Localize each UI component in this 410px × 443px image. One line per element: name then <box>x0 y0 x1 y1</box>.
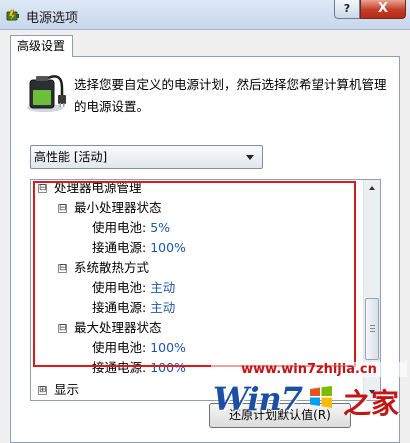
collapse-icon[interactable]: ⊟ <box>58 324 67 333</box>
tree-node-label: 显示 <box>54 382 80 397</box>
close-button[interactable]: X <box>360 0 406 19</box>
tree-node-min-processor-state[interactable]: ⊟ 最小处理器状态 <box>58 198 162 218</box>
chevron-down-icon[interactable] <box>246 155 254 160</box>
instruction-text: 选择您要自定义的电源计划，然后选择您希望计算机管理的电源设置。 <box>74 77 387 114</box>
tree-scrollbar[interactable] <box>363 180 380 400</box>
setting-value[interactable]: 100% <box>150 340 186 355</box>
setting-value[interactable]: 主动 <box>150 280 175 295</box>
setting-value[interactable]: 5% <box>150 220 170 235</box>
setting-row-cooling-plugged[interactable]: 接通电源: 主动 <box>92 298 175 318</box>
setting-label: 使用电池: <box>92 280 147 295</box>
setting-row-min-plugged[interactable]: 接通电源: 100% <box>92 238 186 258</box>
grip-line <box>370 331 375 332</box>
tree-node-label: 处理器电源管理 <box>54 180 142 195</box>
battery-icon <box>27 75 66 112</box>
tree-node-cooling-policy[interactable]: ⊟ 系统散热方式 <box>58 258 149 278</box>
setting-label: 使用电池: <box>92 220 147 235</box>
arrow-down-icon <box>369 390 375 394</box>
scroll-up-button[interactable] <box>364 180 381 197</box>
tab-advanced-settings[interactable]: 高级设置 <box>10 35 73 57</box>
power-options-icon <box>6 9 19 22</box>
collapse-icon[interactable]: ⊟ <box>38 184 47 193</box>
arrow-up-icon <box>369 186 375 190</box>
collapse-icon[interactable]: ⊟ <box>58 264 67 273</box>
window-title: 电源选项 <box>26 11 79 26</box>
scroll-thumb[interactable] <box>365 298 379 360</box>
grip-line <box>370 325 375 326</box>
help-button[interactable]: ? <box>334 0 360 19</box>
tree-node-label: 最小处理器状态 <box>74 200 162 215</box>
setting-row-max-plugged[interactable]: 接通电源: 100% <box>92 358 186 378</box>
title-bar: 电源选项 ? X <box>0 0 410 30</box>
expand-icon[interactable]: ⊞ <box>38 386 47 395</box>
setting-value[interactable]: 100% <box>150 360 186 375</box>
collapse-icon[interactable]: ⊟ <box>58 204 67 213</box>
setting-label: 接通电源: <box>92 300 147 315</box>
tree-node-display[interactable]: ⊞ 显示 <box>38 380 79 400</box>
setting-label: 接通电源: <box>92 240 147 255</box>
power-plan-value: 高性能 [活动] <box>34 150 108 164</box>
setting-row-cooling-battery[interactable]: 使用电池: 主动 <box>92 278 175 298</box>
tree-node-max-processor-state[interactable]: ⊟ 最大处理器状态 <box>58 318 162 338</box>
power-plan-dropdown[interactable]: 高性能 [活动] <box>30 145 263 169</box>
tree-node-label: 系统散热方式 <box>74 260 150 275</box>
scroll-down-button[interactable] <box>364 383 381 400</box>
restore-defaults-button[interactable]: 还原计划默认值(R) <box>209 403 351 428</box>
tree-node-label: 最大处理器状态 <box>74 320 162 335</box>
setting-label: 使用电池: <box>92 340 147 355</box>
setting-row-min-battery[interactable]: 使用电池: 5% <box>92 218 170 238</box>
setting-value[interactable]: 主动 <box>150 300 175 315</box>
setting-label: 接通电源: <box>92 360 147 375</box>
tree-node-processor-power[interactable]: ⊟ 处理器电源管理 <box>38 178 142 198</box>
setting-value[interactable]: 100% <box>150 240 186 255</box>
setting-row-max-battery[interactable]: 使用电池: 100% <box>92 338 186 358</box>
grip-line <box>370 328 375 329</box>
